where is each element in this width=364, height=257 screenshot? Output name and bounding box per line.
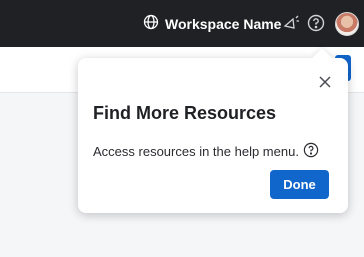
close-icon[interactable] (317, 74, 333, 90)
globe-icon (143, 14, 159, 33)
avatar[interactable] (335, 12, 359, 36)
help-icon[interactable] (307, 14, 325, 32)
top-bar: Workspace Name (0, 0, 364, 47)
workspace-name: Workspace Name (165, 15, 282, 32)
popover-title: Find More Resources (93, 103, 277, 123)
help-icon (303, 142, 319, 161)
popover-body: Access resources in the help menu. (93, 142, 319, 161)
resources-popover: Find More Resources Access resources in … (78, 48, 348, 213)
popover-body-text: Access resources in the help menu. (93, 144, 299, 159)
done-button[interactable]: Done (270, 170, 329, 199)
announcement-icon[interactable] (282, 14, 300, 32)
workspace-switcher[interactable]: Workspace Name (143, 14, 281, 33)
